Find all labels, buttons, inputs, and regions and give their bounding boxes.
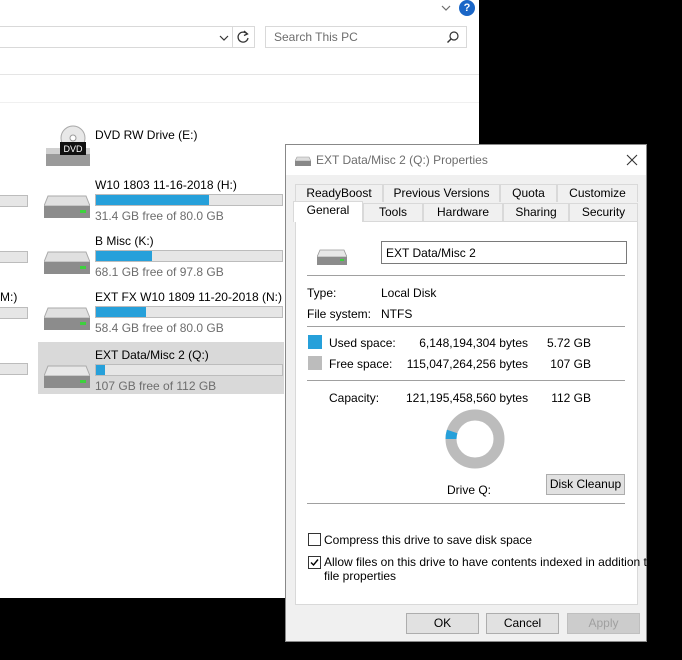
address-bar[interactable] — [0, 26, 255, 48]
partial-drive-bar — [0, 307, 28, 319]
refresh-icon[interactable] — [235, 29, 251, 45]
index-label-line2: file properties — [324, 569, 397, 583]
drive-usage-fill — [96, 365, 106, 375]
explorer-top-bar: ? — [0, 0, 479, 18]
drive-tile-n[interactable]: EXT FX W10 1809 11-20-2018 (N:) 58.4 GB … — [38, 284, 284, 336]
used-space-label: Used space: — [329, 336, 396, 350]
used-space-gb: 5.72 GB — [546, 336, 591, 350]
drive-usage-fill — [96, 195, 210, 205]
dialog-title-bar[interactable]: EXT Data/Misc 2 (Q:) Properties — [286, 145, 646, 175]
separator — [307, 503, 625, 504]
separator — [307, 326, 625, 327]
close-icon[interactable] — [625, 153, 639, 167]
free-space-bytes: 115,047,264,256 bytes — [406, 357, 528, 371]
dialog-title: EXT Data/Misc 2 (Q:) Properties — [316, 153, 488, 167]
type-label: Type: — [307, 286, 337, 300]
cancel-button[interactable]: Cancel — [486, 613, 559, 634]
tab-hardware[interactable]: Hardware — [423, 203, 503, 221]
capacity-gb: 112 GB — [551, 391, 591, 405]
tab-customize[interactable]: Customize — [557, 184, 638, 202]
address-separator — [232, 27, 233, 47]
tab-tools[interactable]: Tools — [363, 203, 423, 221]
ok-button[interactable]: OK — [406, 613, 479, 634]
drive-tile-e[interactable]: DVD DVD RW Drive (E:) — [38, 122, 284, 174]
file-system-value: NTFS — [381, 307, 413, 321]
search-placeholder: Search This PC — [274, 30, 358, 44]
used-space-swatch — [308, 335, 322, 349]
tab-quota[interactable]: Quota — [500, 184, 557, 202]
hard-drive-icon — [44, 251, 90, 274]
tab-security[interactable]: Security — [569, 203, 638, 221]
drive-label-input[interactable] — [381, 241, 627, 264]
drive-tile-q[interactable]: EXT Data/Misc 2 (Q:) 107 GB free of 112 … — [38, 342, 284, 394]
dvd-badge: DVD — [63, 144, 83, 154]
index-label-line1: Allow files on this drive to have conten… — [324, 555, 654, 569]
capacity-donut-chart — [445, 409, 505, 469]
compress-label: Compress this drive to save disk space — [324, 533, 533, 547]
tab-general[interactable]: General — [293, 201, 363, 222]
compress-checkbox[interactable] — [308, 533, 321, 546]
free-space-gb: 107 GB — [550, 357, 591, 371]
chevron-down-icon[interactable] — [217, 31, 231, 45]
search-icon[interactable] — [446, 30, 460, 44]
drive-usage-bar — [95, 250, 283, 262]
search-input[interactable]: Search This PC — [265, 26, 467, 48]
disk-cleanup-button[interactable]: Disk Cleanup — [546, 474, 625, 495]
separator — [307, 275, 625, 276]
index-checkbox[interactable] — [308, 556, 321, 569]
dvd-drive-icon: DVD — [46, 125, 90, 166]
used-space-slice — [445, 429, 458, 440]
help-icon[interactable]: ? — [459, 0, 475, 16]
capacity-bytes: 121,195,458,560 bytes — [406, 391, 529, 405]
checkmark-icon — [310, 559, 319, 567]
partial-drive-bar — [0, 195, 28, 207]
hard-drive-icon — [44, 307, 90, 330]
general-tab-panel: Type: Local Disk File system: NTFS Used … — [295, 221, 654, 605]
partial-drive-bar — [0, 363, 28, 375]
separator — [307, 380, 625, 381]
partial-drive-label: M:) — [0, 290, 18, 304]
drive-name: EXT Data/Misc 2 (Q:) — [95, 348, 209, 362]
drive-usage-bar — [95, 194, 283, 206]
drive-free-text: 107 GB free of 112 GB — [95, 379, 217, 393]
drive-usage-fill — [96, 251, 152, 261]
hard-drive-icon — [44, 195, 90, 218]
free-space-slice — [445, 409, 505, 469]
tab-sharing[interactable]: Sharing — [503, 203, 569, 221]
hard-drive-icon — [44, 365, 90, 388]
drive-free-text: 68.1 GB free of 97.8 GB — [95, 265, 224, 279]
hard-drive-icon — [317, 249, 347, 265]
free-space-swatch — [308, 356, 322, 370]
drive-free-text: 31.4 GB free of 80.0 GB — [95, 209, 224, 223]
drive-usage-bar — [95, 306, 283, 318]
drive-name: EXT FX W10 1809 11-20-2018 (N:) — [95, 290, 282, 304]
used-space-bytes: 6,148,194,304 bytes — [419, 336, 528, 350]
file-system-label: File system: — [307, 307, 372, 321]
type-value: Local Disk — [381, 286, 437, 300]
drive-usage-fill — [96, 307, 147, 317]
drive-name: W10 1803 11-16-2018 (H:) — [95, 178, 237, 192]
chevron-down-icon[interactable] — [440, 2, 452, 14]
drive-tile-h[interactable]: W10 1803 11-16-2018 (H:) 31.4 GB free of… — [38, 172, 284, 224]
capacity-label: Capacity: — [329, 391, 380, 405]
drive-caption: Drive Q: — [447, 483, 492, 497]
drive-free-text: 58.4 GB free of 80.0 GB — [95, 321, 224, 335]
drive-name: DVD RW Drive (E:) — [95, 128, 198, 142]
tab-previous-versions[interactable]: Previous Versions — [383, 184, 500, 202]
tab-readyboost[interactable]: ReadyBoost — [295, 184, 383, 202]
hard-drive-icon — [295, 156, 311, 166]
ribbon-divider — [0, 74, 479, 75]
free-space-label: Free space: — [329, 357, 393, 371]
properties-dialog: EXT Data/Misc 2 (Q:) Properties ReadyBoo… — [285, 144, 654, 642]
apply-button[interactable]: Apply — [567, 613, 640, 634]
drive-tile-k[interactable]: B Misc (K:) 68.1 GB free of 97.8 GB — [38, 228, 284, 280]
content-divider — [0, 102, 479, 103]
drive-name: B Misc (K:) — [95, 234, 154, 248]
drive-usage-bar — [95, 364, 283, 376]
partial-drive-bar — [0, 251, 28, 263]
